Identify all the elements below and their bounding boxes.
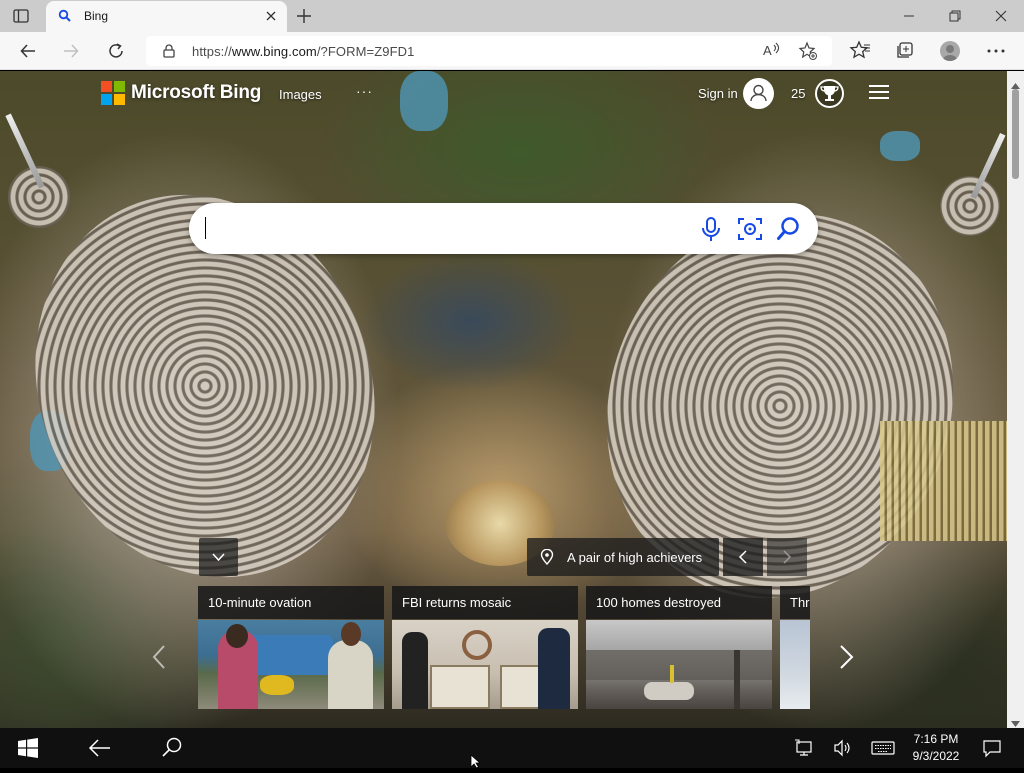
- sign-in-avatar-icon[interactable]: [743, 78, 774, 109]
- lock-icon[interactable]: [163, 44, 175, 63]
- url-path: /?FORM=Z9FD1: [316, 44, 415, 59]
- svg-text:A: A: [763, 43, 772, 58]
- collections-button[interactable]: [891, 37, 919, 65]
- address-bar[interactable]: https://www.bing.com/?FORM=Z9FD1 A: [146, 36, 832, 66]
- navigation-bar: https://www.bing.com/?FORM=Z9FD1 A: [0, 32, 1024, 70]
- clock-time: 7:16 PM: [913, 732, 959, 746]
- news-card-image: [586, 620, 772, 709]
- vertical-scrollbar[interactable]: [1007, 71, 1024, 728]
- volume-icon[interactable]: [826, 728, 858, 768]
- visual-search-icon[interactable]: [737, 216, 763, 247]
- forward-button[interactable]: [57, 37, 85, 65]
- restore-button[interactable]: [932, 0, 978, 32]
- sign-in-link[interactable]: Sign in: [698, 86, 738, 101]
- news-card-image: [198, 620, 384, 709]
- task-back-icon[interactable]: [80, 728, 120, 768]
- search-box[interactable]: [189, 203, 818, 254]
- url-domain: www.bing.com: [231, 44, 317, 59]
- news-card[interactable]: Thr: [780, 586, 810, 709]
- image-caption-button[interactable]: A pair of high achievers: [527, 538, 719, 576]
- taskbar: 7:16 PM 9/3/2022: [0, 728, 1024, 768]
- action-center-icon[interactable]: [976, 728, 1008, 768]
- bing-search-favicon-icon: [58, 9, 72, 23]
- settings-and-more-button[interactable]: [982, 37, 1010, 65]
- read-aloud-icon[interactable]: A: [762, 41, 784, 61]
- news-previous-chevron-icon[interactable]: [150, 643, 168, 676]
- network-icon[interactable]: [788, 728, 820, 768]
- images-link[interactable]: Images: [279, 87, 322, 102]
- clock-date: 9/3/2022: [912, 749, 960, 763]
- image-caption-text: A pair of high achievers: [567, 550, 703, 565]
- settings-menu-icon[interactable]: [869, 84, 891, 102]
- news-next-chevron-icon[interactable]: [837, 643, 857, 676]
- new-tab-button[interactable]: [295, 7, 313, 25]
- favorites-button[interactable]: [846, 37, 874, 65]
- search-input[interactable]: [205, 215, 685, 243]
- text-cursor: [205, 217, 206, 239]
- news-card[interactable]: 10-minute ovation: [198, 586, 384, 709]
- taskbar-search-icon[interactable]: [152, 728, 192, 768]
- refresh-button[interactable]: [102, 37, 130, 65]
- news-card-title: 10-minute ovation: [198, 586, 384, 619]
- brand-name: Microsoft Bing: [131, 82, 262, 103]
- previous-image-button[interactable]: [723, 538, 763, 576]
- more-nav-icon[interactable]: ···: [356, 83, 373, 99]
- mouse-cursor-icon: [470, 754, 482, 773]
- news-card[interactable]: 100 homes destroyed: [586, 586, 772, 709]
- collapse-news-button[interactable]: [199, 538, 238, 576]
- location-pin-icon: [540, 548, 554, 570]
- news-card-title: Thr: [780, 586, 810, 619]
- url-text[interactable]: https://www.bing.com/?FORM=Z9FD1: [192, 44, 414, 59]
- news-card-title: 100 homes destroyed: [586, 586, 772, 619]
- rewards-trophy-icon[interactable]: [815, 79, 844, 108]
- tab-bar: Bing: [0, 0, 1024, 32]
- tab-title: Bing: [84, 9, 109, 23]
- windows-start-button[interactable]: [8, 728, 48, 768]
- news-card-title: FBI returns mosaic: [392, 586, 578, 619]
- add-favorite-icon[interactable]: [798, 41, 820, 61]
- search-icon[interactable]: [776, 216, 802, 247]
- news-card-image: [780, 620, 810, 709]
- close-window-button[interactable]: [978, 0, 1024, 32]
- scrollbar-thumb[interactable]: [1012, 89, 1019, 179]
- system-clock[interactable]: 7:16 PM 9/3/2022: [905, 731, 967, 765]
- bing-homepage: Microsoft Bing Images ··· Sign in 25 A p…: [0, 71, 1007, 728]
- tab-bing[interactable]: Bing: [46, 1, 287, 32]
- next-image-button[interactable]: [767, 538, 807, 576]
- profile-avatar[interactable]: [940, 41, 960, 61]
- microphone-icon[interactable]: [699, 216, 723, 247]
- tab-close-icon[interactable]: [264, 9, 278, 23]
- minimize-button[interactable]: [886, 0, 932, 32]
- rewards-points[interactable]: 25: [791, 86, 805, 101]
- keyboard-icon[interactable]: [867, 728, 899, 768]
- url-scheme: https://: [192, 44, 232, 59]
- microsoft-logo-icon: [101, 81, 125, 105]
- back-button[interactable]: [14, 37, 42, 65]
- news-card-image: [392, 620, 578, 709]
- tab-actions-icon[interactable]: [12, 7, 30, 25]
- news-card[interactable]: FBI returns mosaic: [392, 586, 578, 709]
